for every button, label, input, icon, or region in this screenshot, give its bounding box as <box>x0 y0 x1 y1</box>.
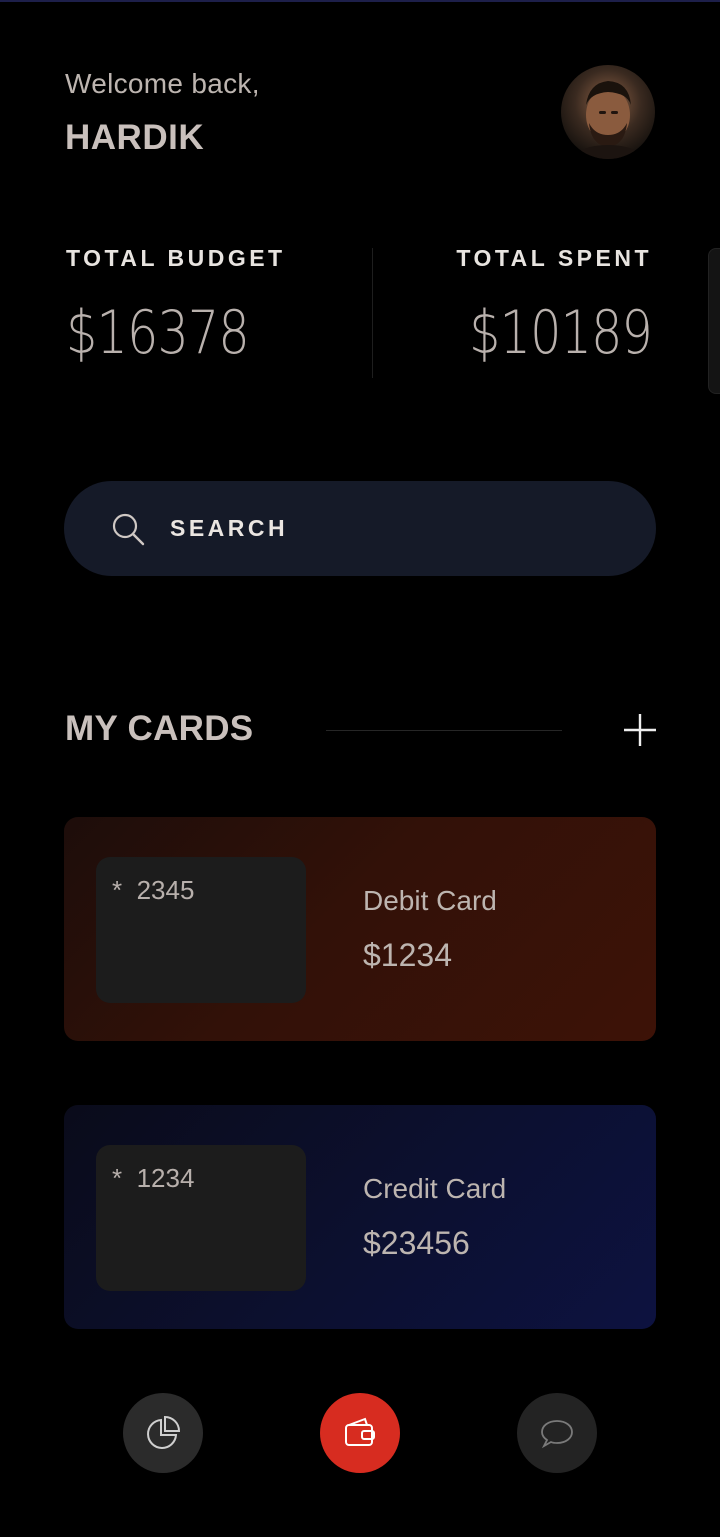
card-balance: $23456 <box>363 1225 470 1261</box>
user-avatar-icon <box>571 81 645 159</box>
card-type: Credit Card <box>363 1173 507 1204</box>
pie-chart-icon <box>147 1415 181 1449</box>
chat-bubble-icon <box>541 1420 573 1449</box>
card-number: * 2345 <box>112 875 195 905</box>
card-type: Debit Card <box>363 885 497 916</box>
card-chip-panel: * 1234 <box>96 1145 306 1291</box>
section-divider <box>326 730 562 731</box>
wallet-icon <box>345 1417 375 1446</box>
top-border <box>0 0 720 2</box>
total-spent-value: $10189 <box>469 298 653 368</box>
total-spent: TOTAL SPENT $10189 <box>429 245 653 368</box>
add-card-button[interactable] <box>618 708 662 752</box>
card-chip-panel: * 2345 <box>96 857 306 1003</box>
nav-wallet-button[interactable] <box>320 1393 400 1473</box>
nav-chat-button[interactable] <box>517 1393 597 1473</box>
card-number: * 1234 <box>112 1163 195 1193</box>
plus-icon <box>624 714 656 746</box>
search-icon <box>112 513 145 545</box>
total-budget-label: TOTAL BUDGET <box>66 245 286 271</box>
username: HARDIK <box>65 118 205 157</box>
total-budget: TOTAL BUDGET $16378 <box>66 245 289 368</box>
credit-card[interactable]: * 1234 Credit Card $23456 <box>64 1105 656 1329</box>
debit-card[interactable]: * 2345 Debit Card $1234 <box>64 817 656 1041</box>
total-budget-value: $16378 <box>66 298 250 368</box>
search-label: SEARCH <box>170 515 289 541</box>
total-spent-label: TOTAL SPENT <box>456 245 652 271</box>
side-drawer-handle[interactable] <box>708 248 720 394</box>
avatar[interactable] <box>561 65 655 159</box>
card-balance: $1234 <box>363 937 452 973</box>
my-cards-title: MY CARDS <box>65 709 254 748</box>
nav-stats-button[interactable] <box>123 1393 203 1473</box>
search-bar[interactable]: SEARCH <box>64 481 656 576</box>
welcome-text: Welcome back, <box>65 68 260 99</box>
stats-divider <box>372 248 373 378</box>
